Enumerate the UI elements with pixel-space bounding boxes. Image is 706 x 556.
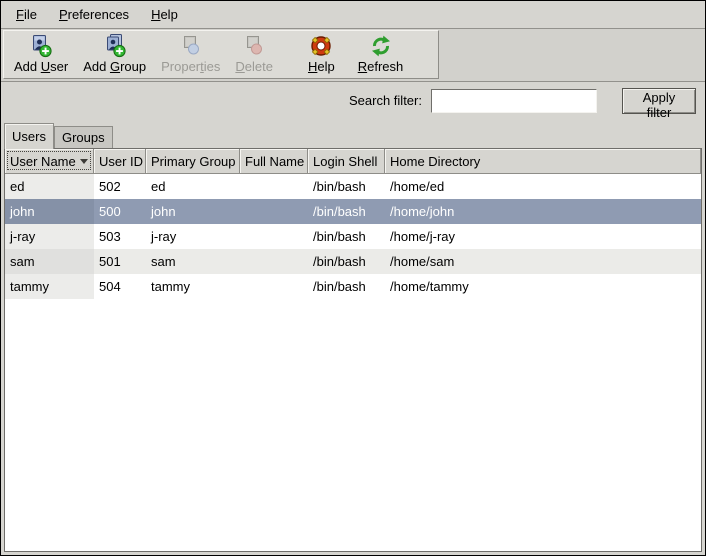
sort-arrow-icon (80, 159, 88, 164)
refresh-button[interactable]: Refresh (352, 33, 410, 75)
toolbar: Add User Add Group (1, 29, 705, 82)
add-user-button[interactable]: Add User (8, 33, 74, 75)
menu-file[interactable]: File (13, 5, 40, 24)
cell-full-name (240, 199, 308, 224)
table-empty-area (5, 299, 701, 551)
search-filter-row: Search filter: Apply filter (1, 82, 705, 120)
column-header-login-shell[interactable]: Login Shell (308, 149, 385, 174)
cell-primary-group: ed (146, 174, 240, 199)
cell-user-name: j-ray (5, 224, 94, 249)
help-icon (309, 34, 333, 58)
properties-icon (179, 34, 203, 58)
search-filter-input[interactable] (431, 89, 597, 113)
delete-label: Delete (235, 59, 273, 74)
tab-users[interactable]: Users (4, 123, 54, 149)
cell-login-shell: /bin/bash (308, 274, 385, 299)
help-label: Help (308, 59, 335, 74)
properties-label: Properties (161, 59, 220, 74)
column-header-user-id[interactable]: User ID (94, 149, 146, 174)
cell-primary-group: j-ray (146, 224, 240, 249)
cell-full-name (240, 174, 308, 199)
menubar: File Preferences Help (1, 1, 705, 29)
cell-user-id: 504 (94, 274, 146, 299)
cell-user-id: 503 (94, 224, 146, 249)
table-row-selected[interactable]: john 500 john /bin/bash /home/john (5, 199, 701, 224)
table-row[interactable]: sam 501 sam /bin/bash /home/sam (5, 249, 701, 274)
cell-home-directory: /home/j-ray (385, 224, 701, 249)
cell-user-name: tammy (5, 274, 94, 299)
menu-preferences[interactable]: Preferences (56, 5, 132, 24)
tab-bar: Users Groups (4, 122, 113, 148)
add-group-icon (103, 34, 127, 58)
cell-primary-group: john (146, 199, 240, 224)
cell-full-name (240, 274, 308, 299)
menu-help[interactable]: Help (148, 5, 181, 24)
column-header-user-name[interactable]: User Name (5, 149, 94, 174)
cell-full-name (240, 224, 308, 249)
add-user-icon (29, 34, 53, 58)
cell-home-directory: /home/ed (385, 174, 701, 199)
cell-primary-group: tammy (146, 274, 240, 299)
add-user-label: Add User (14, 59, 68, 74)
cell-home-directory: /home/sam (385, 249, 701, 274)
delete-icon (242, 34, 266, 58)
table-row[interactable]: j-ray 503 j-ray /bin/bash /home/j-ray (5, 224, 701, 249)
table-row[interactable]: tammy 504 tammy /bin/bash /home/tammy (5, 274, 701, 299)
cell-login-shell: /bin/bash (308, 174, 385, 199)
search-filter-label: Search filter: (349, 93, 422, 108)
cell-user-name: ed (5, 174, 94, 199)
users-table: User Name User ID Primary Group Full Nam… (4, 148, 702, 552)
delete-button: Delete (229, 33, 279, 75)
table-row[interactable]: ed 502 ed /bin/bash /home/ed (5, 174, 701, 199)
table-header: User Name User ID Primary Group Full Nam… (5, 149, 701, 174)
cell-login-shell: /bin/bash (308, 224, 385, 249)
user-manager-window: File Preferences Help Add User (0, 0, 706, 556)
column-header-primary-group[interactable]: Primary Group (146, 149, 240, 174)
cell-login-shell: /bin/bash (308, 249, 385, 274)
properties-button: Properties (155, 33, 226, 75)
cell-user-id: 501 (94, 249, 146, 274)
add-group-label: Add Group (83, 59, 146, 74)
cell-user-name: sam (5, 249, 94, 274)
refresh-icon (369, 34, 393, 58)
cell-home-directory: /home/tammy (385, 274, 701, 299)
cell-user-name: john (5, 199, 94, 224)
cell-user-id: 500 (94, 199, 146, 224)
column-header-home-directory[interactable]: Home Directory (385, 149, 701, 174)
cell-primary-group: sam (146, 249, 240, 274)
tab-groups[interactable]: Groups (54, 126, 113, 148)
cell-full-name (240, 249, 308, 274)
add-group-button[interactable]: Add Group (77, 33, 152, 75)
cell-home-directory: /home/john (385, 199, 701, 224)
help-button[interactable]: Help (302, 33, 341, 75)
toolbar-panel: Add User Add Group (3, 30, 439, 79)
cell-login-shell: /bin/bash (308, 199, 385, 224)
refresh-label: Refresh (358, 59, 404, 74)
cell-user-id: 502 (94, 174, 146, 199)
column-header-full-name[interactable]: Full Name (240, 149, 308, 174)
apply-filter-button[interactable]: Apply filter (622, 88, 696, 114)
